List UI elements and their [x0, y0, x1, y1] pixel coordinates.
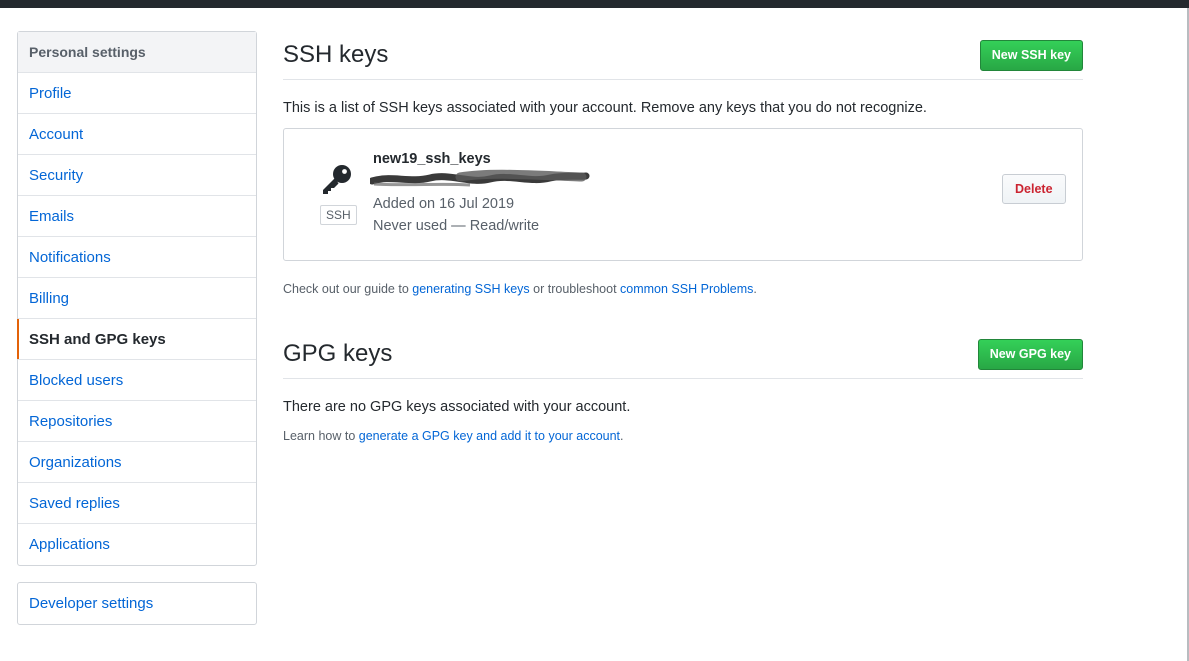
sidebar-item-saved-replies[interactable]: Saved replies: [18, 483, 256, 524]
developer-settings-menu: Developer settings: [17, 582, 257, 625]
ssh-help-note: Check out our guide to generating SSH ke…: [283, 282, 1083, 296]
gpg-help-suffix: .: [620, 429, 624, 443]
new-gpg-key-button[interactable]: New GPG key: [977, 338, 1083, 370]
ssh-help-middle: or troubleshoot: [529, 282, 621, 296]
ssh-keys-title: SSH keys: [283, 41, 389, 68]
ssh-key-item: SSH new19_ssh_keys Added on 16 Jul 2019 …: [283, 128, 1083, 261]
delete-ssh-key-button[interactable]: Delete: [1002, 174, 1066, 204]
ssh-badge: SSH: [320, 205, 357, 225]
gpg-empty-message: There are no GPG keys associated with yo…: [283, 399, 631, 415]
sidebar-item-blocked-users[interactable]: Blocked users: [18, 360, 256, 401]
sidebar-item-security[interactable]: Security: [18, 155, 256, 196]
sidebar-item-applications[interactable]: Applications: [18, 524, 256, 565]
top-header-bar: [0, 0, 1189, 8]
sidebar-item-organizations[interactable]: Organizations: [18, 442, 256, 483]
settings-sidebar: Personal settings Profile Account Securi…: [17, 31, 257, 566]
ssh-key-usage: Never used — Read/write: [373, 218, 540, 234]
sidebar-item-billing[interactable]: Billing: [18, 278, 256, 319]
sidebar-heading: Personal settings: [18, 32, 256, 73]
sidebar-item-ssh-gpg-keys[interactable]: SSH and GPG keys: [17, 319, 256, 360]
sidebar-item-developer-settings[interactable]: Developer settings: [18, 583, 256, 624]
gpg-help-prefix: Learn how to: [283, 429, 359, 443]
sidebar-item-profile[interactable]: Profile: [18, 73, 256, 114]
new-ssh-key-button[interactable]: New SSH key: [979, 39, 1083, 71]
common-ssh-problems-link[interactable]: common SSH Problems: [620, 282, 753, 296]
sidebar-item-account[interactable]: Account: [18, 114, 256, 155]
ssh-key-added-date: Added on 16 Jul 2019: [373, 196, 515, 212]
generate-gpg-key-link[interactable]: generate a GPG key and add it to your ac…: [359, 429, 620, 443]
ssh-keys-header: SSH keys New SSH key: [283, 31, 1083, 80]
key-icon: [323, 165, 351, 194]
ssh-keys-intro: This is a list of SSH keys associated wi…: [283, 100, 927, 116]
gpg-help-note: Learn how to generate a GPG key and add …: [283, 429, 1083, 443]
main-content: SSH keys New SSH key This is a list of S…: [283, 31, 1083, 443]
generating-ssh-keys-link[interactable]: generating SSH keys: [412, 282, 529, 296]
gpg-keys-title: GPG keys: [283, 340, 393, 367]
redacted-fingerprint: [370, 169, 590, 187]
sidebar-item-emails[interactable]: Emails: [18, 196, 256, 237]
sidebar-item-notifications[interactable]: Notifications: [18, 237, 256, 278]
ssh-key-name: new19_ssh_keys: [373, 151, 491, 167]
sidebar-item-repositories[interactable]: Repositories: [18, 401, 256, 442]
gpg-keys-header: GPG keys New GPG key: [283, 330, 1083, 379]
ssh-help-prefix: Check out our guide to: [283, 282, 413, 296]
ssh-help-suffix: .: [753, 282, 757, 296]
